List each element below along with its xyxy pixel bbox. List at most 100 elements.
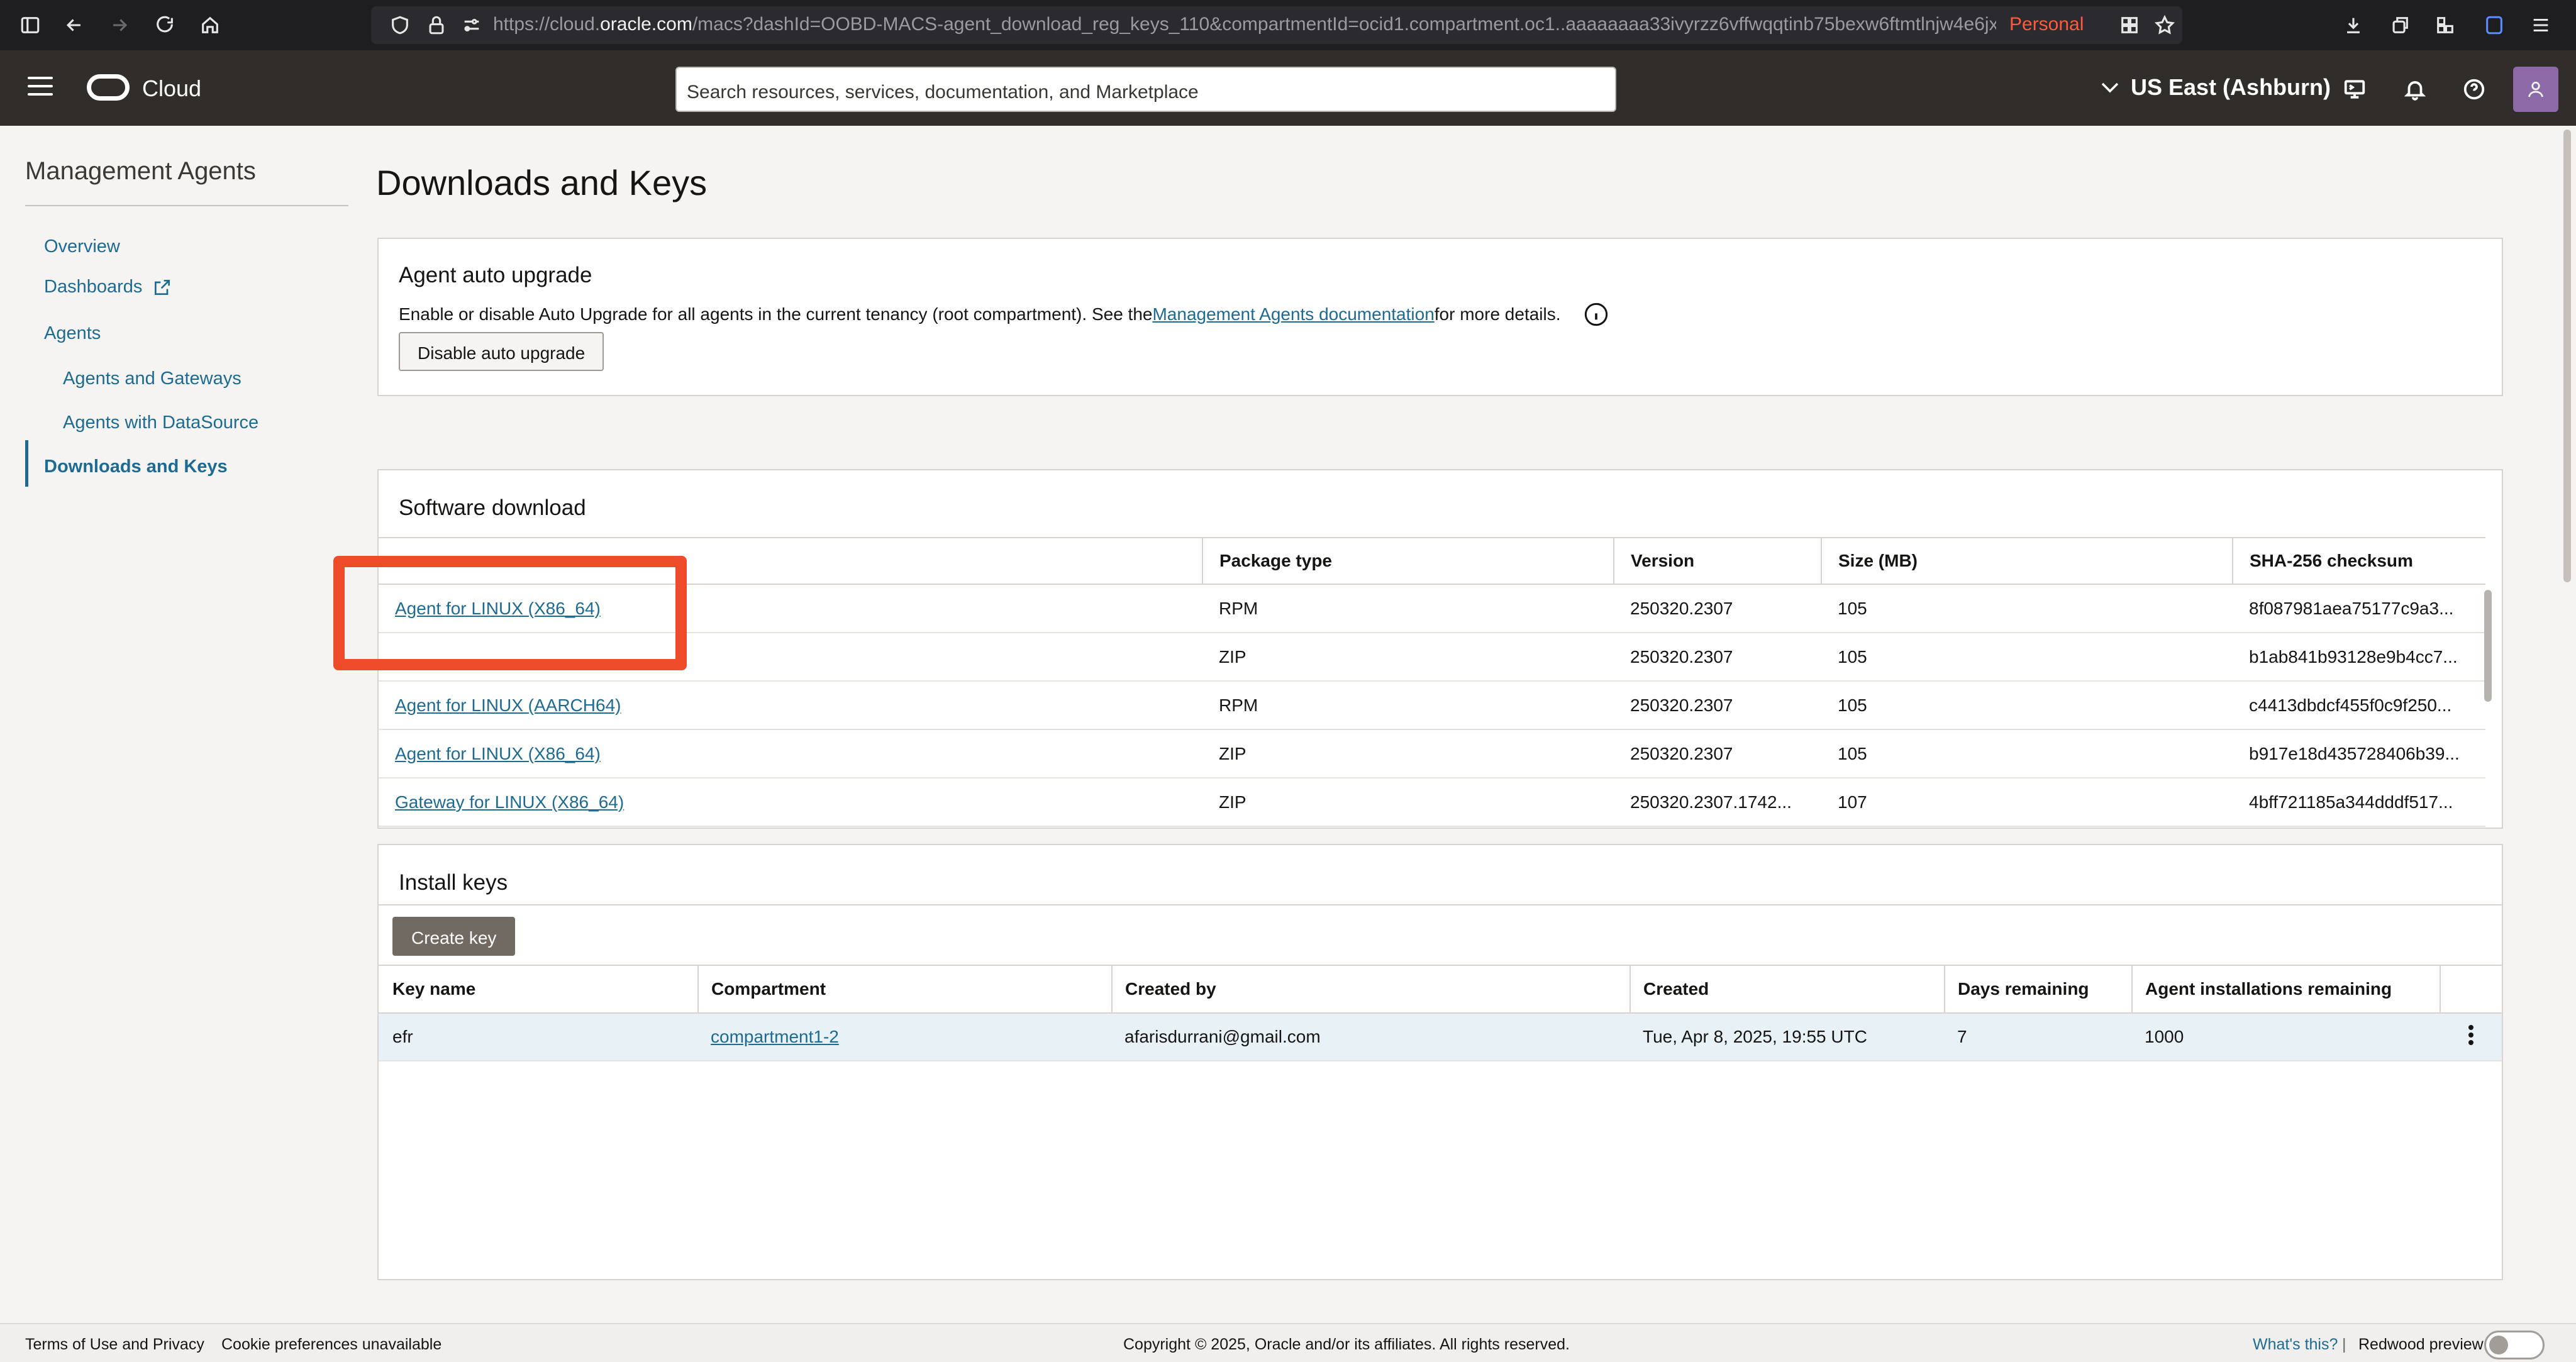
actions-header: [2440, 965, 2502, 1014]
cookie-preferences[interactable]: Cookie preferences unavailable: [221, 1336, 441, 1354]
create-key-button[interactable]: Create key: [392, 917, 516, 956]
region-selector[interactable]: US East (Ashburn): [2101, 74, 2331, 101]
download-link[interactable]: Agent for LINUX (X86_64): [395, 744, 601, 763]
compartment-link[interactable]: compartment1-2: [711, 1027, 839, 1046]
install-keys-panel: Install keys Create key Key name Compart…: [377, 844, 2503, 1280]
checksum: 4bff721185a344dddf517...: [2233, 778, 2485, 827]
desc-text-after: for more details.: [1434, 304, 1561, 324]
column-header[interactable]: Version: [1614, 538, 1822, 585]
package-type: ZIP: [1202, 778, 1614, 827]
desc-text: Enable or disable Auto Upgrade for all a…: [399, 304, 1153, 324]
lock-icon[interactable]: [423, 11, 450, 39]
bell-icon[interactable]: [2401, 75, 2429, 103]
profile-avatar[interactable]: [2513, 67, 2558, 112]
site-settings-icon[interactable]: [458, 11, 486, 39]
page-scrollbar[interactable]: [2563, 130, 2571, 582]
divider: [379, 904, 2502, 905]
extensions-icon[interactable]: [2431, 11, 2459, 39]
column-header[interactable]: Package type: [1202, 538, 1614, 585]
sidebar-title: Management Agents: [25, 157, 256, 185]
home-icon[interactable]: [196, 11, 224, 39]
keys-table: Key name Compartment Created by Created …: [379, 965, 2502, 1061]
package-type: ZIP: [1202, 729, 1614, 778]
sidebar-item-label: Dashboards: [44, 277, 143, 297]
installs-remaining: 1000: [2132, 1013, 2440, 1061]
table-row: Agent for LINUX (AARCH64) RPM 250320.230…: [379, 681, 2485, 730]
size: 105: [1821, 633, 2233, 682]
created-by: afarisdurrani@gmail.com: [1112, 1013, 1630, 1061]
software-table: Package type Version Size (MB) SHA-256 c…: [379, 537, 2485, 827]
more-actions-icon: [2468, 1024, 2473, 1045]
sidebar-item-dashboards[interactable]: Dashboards: [44, 277, 172, 297]
bookmark-star-icon[interactable]: [2151, 11, 2179, 39]
version: 250320.2307.1742...: [1614, 778, 1821, 827]
sidebar-item-agents-and-gateways[interactable]: Agents and Gateways: [63, 368, 242, 389]
software-download-title: Software download: [399, 496, 586, 520]
shield-icon[interactable]: [386, 11, 414, 39]
brand-title[interactable]: Cloud: [142, 75, 201, 102]
version: 250320.2307: [1614, 681, 1821, 730]
sidebar-item-agents[interactable]: Agents: [44, 323, 101, 344]
oci-header: Cloud Search resources, services, docume…: [0, 50, 2576, 126]
chevron-down-icon: [2101, 82, 2119, 93]
checksum: 8f087981aea75177c9a3...: [2233, 584, 2485, 633]
column-header[interactable]: SHA-256 checksum: [2233, 538, 2485, 585]
cloud-shell-icon[interactable]: [2341, 75, 2368, 103]
size: 107: [1821, 778, 2233, 827]
column-header[interactable]: Agent installations remaining: [2132, 965, 2441, 1014]
help-icon[interactable]: [2460, 75, 2488, 103]
redwood-preview-toggle[interactable]: [2484, 1331, 2545, 1359]
download-link[interactable]: Agent for LINUX (AARCH64): [395, 695, 621, 715]
package-type: RPM: [1202, 584, 1614, 633]
profile-label[interactable]: Personal: [2009, 14, 2084, 35]
documentation-link[interactable]: Management Agents documentation: [1152, 304, 1434, 324]
info-icon[interactable]: [1584, 302, 1609, 327]
software-download-panel: Software download Package type Version S…: [377, 469, 2503, 829]
auto-upgrade-panel: Agent auto upgrade Enable or disable Aut…: [377, 238, 2503, 396]
column-header[interactable]: Created by: [1112, 965, 1631, 1014]
redwood-preview-label: Redwood preview: [2358, 1336, 2484, 1353]
sidebar-item-agents-with-datasource[interactable]: Agents with DataSource: [63, 412, 258, 433]
navigation-menu-icon[interactable]: [28, 77, 53, 99]
terms-link[interactable]: Terms of Use and Privacy: [25, 1336, 204, 1354]
disable-auto-upgrade-button[interactable]: Disable auto upgrade: [399, 332, 604, 371]
share-icon[interactable]: [2386, 11, 2414, 39]
sidebar-divider: [25, 205, 348, 206]
region-label: US East (Ashburn): [2131, 74, 2331, 100]
url-text[interactable]: https://cloud.oracle.com/macs?dashId=OOB…: [493, 14, 1996, 35]
sidebar-item-overview[interactable]: Overview: [44, 236, 120, 257]
browser-toolbar: https://cloud.oracle.com/macs?dashId=OOB…: [0, 0, 2576, 50]
table-row: Agent for LINUX (X86_64) ZIP 250320.2307…: [379, 729, 2485, 778]
sidebar-item-downloads-and-keys[interactable]: Downloads and Keys: [44, 457, 228, 477]
sidebar-toggle-icon[interactable]: [16, 11, 44, 39]
column-header[interactable]: Days remaining: [1945, 965, 2133, 1014]
table-row: ZIP 250320.2307 105 b1ab841b93128e9b4cc7…: [379, 633, 2485, 682]
table-scrollbar[interactable]: [2484, 590, 2492, 702]
auto-upgrade-description: Enable or disable Auto Upgrade for all a…: [399, 302, 1609, 327]
page-title: Downloads and Keys: [376, 163, 708, 202]
table-row[interactable]: efr compartment1-2 afarisdurrani@gmail.c…: [379, 1013, 2502, 1061]
active-indicator: [25, 440, 28, 487]
forward-icon[interactable]: [106, 11, 133, 39]
size: 105: [1821, 584, 2233, 633]
extension-badge-icon[interactable]: [2480, 11, 2508, 39]
size: 105: [1821, 729, 2233, 778]
column-header[interactable]: Size (MB): [1821, 538, 2233, 585]
highlight-annotation: [333, 556, 687, 670]
auto-upgrade-title: Agent auto upgrade: [399, 263, 592, 287]
column-header[interactable]: Key name: [379, 965, 699, 1014]
search-input[interactable]: Search resources, services, documentatio…: [675, 67, 1616, 112]
row-actions-menu[interactable]: [2440, 1013, 2502, 1061]
reload-icon[interactable]: [151, 11, 179, 39]
menu-icon[interactable]: [2527, 11, 2555, 39]
downloads-icon[interactable]: [2340, 11, 2367, 39]
column-header[interactable]: Compartment: [698, 965, 1113, 1014]
whats-this-link[interactable]: What's this?: [2253, 1336, 2338, 1354]
back-icon[interactable]: [60, 11, 88, 39]
checksum: b917e18d435728406b39...: [2233, 729, 2485, 778]
oracle-logo[interactable]: [87, 74, 130, 101]
extensions-grid-icon[interactable]: [2116, 11, 2143, 39]
column-header[interactable]: Created: [1630, 965, 1945, 1014]
download-link[interactable]: Gateway for LINUX (X86_64): [395, 792, 624, 812]
version: 250320.2307: [1614, 584, 1821, 633]
